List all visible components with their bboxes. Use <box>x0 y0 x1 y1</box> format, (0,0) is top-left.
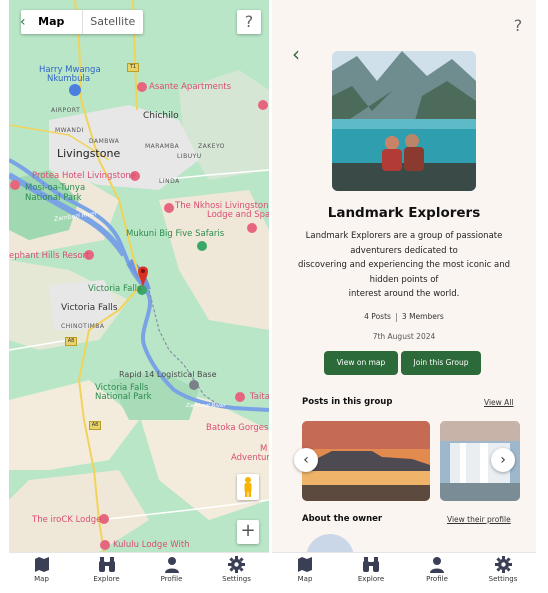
nav-profile-label: Profile <box>426 575 448 583</box>
view-on-map-button[interactable]: View on map <box>324 351 398 375</box>
bottom-nav: Map Explore Profile Settings <box>9 552 269 593</box>
members-count: 3 Members <box>401 312 444 321</box>
nav-map-label: Map <box>34 575 49 583</box>
map-label-nkhosi-2: Lodge and Spa <box>207 210 269 220</box>
map-label-vfnp-2: National Park <box>95 392 152 402</box>
road-shield-t1: T1 <box>127 63 139 72</box>
pegman-icon <box>244 477 252 497</box>
map-type-toggle[interactable]: Map Satellite <box>21 10 143 34</box>
map-type-satellite-button[interactable]: Satellite <box>83 10 144 34</box>
join-group-button[interactable]: Join this Group <box>401 351 481 375</box>
map-label-kululu: Kululu Lodge With <box>113 540 190 550</box>
map-label-linda: LINDA <box>159 178 180 185</box>
map-label-zakeyo: ZAKEYO <box>198 143 225 150</box>
description-line: discovering and experiencing the most ic… <box>297 260 511 270</box>
map-label-protea: Protea Hotel Livingstone <box>32 171 137 181</box>
nav-settings[interactable]: Settings <box>204 553 269 593</box>
map-label-mukuni: Mukuni Big Five Safaris <box>126 229 225 239</box>
post-card[interactable] <box>302 421 430 501</box>
road-shield-a8-2: A8 <box>89 421 101 430</box>
binoculars-icon <box>98 557 115 572</box>
posts-section-title: Posts in this group <box>302 397 393 407</box>
nav-profile-label: Profile <box>160 575 183 583</box>
map-label-airport: AIRPORT <box>51 107 81 114</box>
map-label-irock: The iroCK Lodge <box>32 515 102 525</box>
map-label-vicfalls-green: Victoria Falls <box>88 284 142 294</box>
description-line: Landmark Explorers are a group of passio… <box>305 231 503 241</box>
nav-explore[interactable]: Explore <box>74 553 139 593</box>
nav-settings-label: Settings <box>222 575 251 583</box>
owner-section-title: About the owner <box>302 514 383 524</box>
street-view-pegman[interactable] <box>237 474 259 500</box>
description-line: adventurers dedicated to <box>350 245 458 256</box>
carousel-prev-button[interactable]: ‹ <box>294 448 318 472</box>
group-detail-panel: ‹ ? Landmark Explorers Landmark Explorer… <box>272 0 536 593</box>
posts-count: 4 Posts <box>364 312 391 321</box>
map-back-icon[interactable]: ‹ <box>20 15 26 29</box>
map-label-river-2: Zambezi River <box>186 403 226 409</box>
map-label-taita: Taita <box>250 392 269 402</box>
map-help-button[interactable]: ? <box>237 10 261 34</box>
nav-map[interactable]: Map <box>272 553 338 593</box>
zoom-in-button[interactable]: + <box>237 520 259 544</box>
nav-explore-label: Explore <box>357 575 385 583</box>
map-label-maramba: MARAMBA <box>145 143 180 150</box>
gear-icon <box>494 556 512 573</box>
nav-explore[interactable]: Explore <box>338 553 404 593</box>
description-line: hidden points of <box>369 274 439 285</box>
group-title: Landmark Explorers <box>327 205 481 221</box>
map-panel[interactable]: Harry Mwanga Nkumbula AIRPORT MWANDI Asa… <box>9 0 269 593</box>
back-button[interactable]: ‹ <box>292 44 300 64</box>
nav-settings-label: Settings <box>488 575 518 583</box>
map-label-nkumbula: Nkumbula <box>47 74 91 84</box>
nav-settings[interactable]: Settings <box>470 553 536 593</box>
map-icon <box>34 557 49 572</box>
nav-map[interactable]: Map <box>9 553 74 593</box>
person-icon <box>430 557 444 573</box>
group-description: Landmark Explorers are a group of passio… <box>286 229 522 302</box>
carousel-next-button[interactable]: › <box>491 448 515 472</box>
group-date: 7th August 2024 <box>372 332 436 341</box>
map-label-livingstone: Livingstone <box>57 147 121 160</box>
map-label-chinotimba: CHINOTIMBA <box>61 323 105 330</box>
map-label-mwandi: MWANDI <box>55 127 84 134</box>
map-label-asante: Asante Apartments <box>149 82 232 92</box>
map-label-batoka: Batoka Gorges I <box>206 423 269 433</box>
map-label-adventure: Adventure <box>231 453 269 463</box>
group-hero-image <box>332 51 476 191</box>
nav-explore-label: Explore <box>93 575 120 583</box>
map-type-map-button[interactable]: Map <box>21 10 83 34</box>
map-label-chichilo: Chichilo <box>143 111 179 121</box>
map-label-elephant: ephant Hills Resort <box>9 251 90 261</box>
description-line: interest around the world. <box>348 289 460 299</box>
view-profile-link[interactable]: View their profile <box>447 515 511 524</box>
map-label-mosi-1: Mosi-oa-Tunya <box>25 183 86 193</box>
gear-icon <box>228 556 245 573</box>
nav-map-label: Map <box>297 575 313 583</box>
binoculars-icon <box>363 557 379 572</box>
nav-profile[interactable]: Profile <box>139 553 204 593</box>
map-label-dambwa: DAMBWA <box>89 138 120 145</box>
map-label-rapid: Rapid 14 Logistical Base <box>119 370 217 379</box>
map-label-vicfalls-town: Victoria Falls <box>61 303 118 313</box>
group-stats: 4 Posts 3 Members <box>272 312 536 322</box>
person-icon <box>164 557 179 573</box>
view-all-link[interactable]: View All <box>484 398 513 407</box>
bottom-nav: Map Explore Profile Settings <box>272 552 536 593</box>
nav-profile[interactable]: Profile <box>404 553 470 593</box>
map-label-libuyu: LIBUYU <box>177 153 202 160</box>
road-shield-a8: A8 <box>65 337 77 346</box>
map-label-mosi-2: National Park <box>25 193 82 203</box>
help-button[interactable]: ? <box>506 14 530 38</box>
stats-divider <box>395 312 397 322</box>
map-icon <box>298 557 312 572</box>
